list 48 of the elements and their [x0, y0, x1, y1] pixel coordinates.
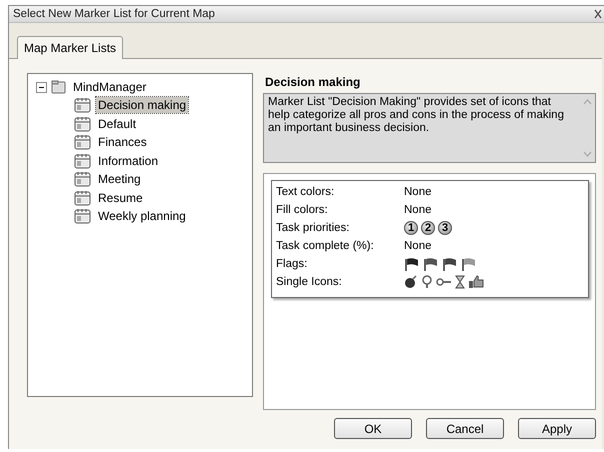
- property-label: Flags:: [276, 258, 308, 270]
- collapse-toggle[interactable]: [36, 82, 47, 92]
- dialog-button[interactable]: OK: [334, 418, 412, 439]
- list-heading: Decision making: [265, 75, 362, 89]
- folder-icon: [51, 80, 67, 94]
- scroll-up-icon[interactable]: [582, 99, 592, 105]
- flag-icon: [461, 258, 477, 270]
- list-icon: [74, 97, 92, 114]
- flag-icon: [442, 258, 458, 270]
- priority-icon: 1: [404, 221, 418, 235]
- dialog-button[interactable]: Cancel: [426, 418, 504, 439]
- scroll-down-icon[interactable]: [582, 151, 592, 157]
- tree-item[interactable]: Default: [96, 116, 138, 132]
- bomb-icon: [404, 275, 418, 289]
- list-icon: [74, 152, 92, 169]
- flag-icon: [423, 258, 439, 270]
- tree-item[interactable]: Meeting: [96, 171, 143, 188]
- list-icon: [74, 208, 92, 224]
- hourglass-icon: [455, 275, 465, 289]
- list-icon: [74, 171, 92, 188]
- property-label: Fill colors:: [276, 204, 329, 216]
- flag-icon: [404, 258, 420, 270]
- property-value: None: [404, 204, 432, 216]
- tree-item[interactable]: Weekly planning: [96, 208, 188, 224]
- key-icon: [436, 276, 452, 288]
- dialog-button[interactable]: Apply: [518, 418, 596, 439]
- thumbs-up-icon: [468, 275, 484, 289]
- property-label: Text colors:: [276, 186, 336, 198]
- priority-icon: 3: [438, 221, 452, 235]
- list-icon: [74, 116, 92, 132]
- property-label: Task complete (%):: [276, 240, 375, 252]
- tree-item[interactable]: Finances: [96, 134, 149, 150]
- list-icon: [74, 190, 92, 206]
- property-label: Task priorities:: [276, 222, 350, 234]
- lightbulb-icon: [421, 275, 433, 289]
- property-value: None: [404, 240, 432, 252]
- list-icon: [74, 134, 92, 150]
- tab[interactable]: Map Marker Lists: [17, 36, 124, 59]
- tree-item[interactable]: MindManager: [71, 79, 148, 95]
- window-title: Select New Marker List for Current Map: [13, 8, 215, 20]
- property-label: Single Icons:: [276, 276, 343, 288]
- property-value: None: [404, 186, 432, 198]
- description-text: Marker List "Decision Making" provides set of icons that help categorize all pros and cons in the process of making an important business decision.: [267, 95, 565, 136]
- tree-item[interactable]: Resume: [96, 190, 145, 206]
- tree-item[interactable]: Information: [96, 152, 160, 169]
- close-icon[interactable]: [594, 9, 602, 19]
- priority-icon: 2: [421, 221, 435, 235]
- tree-item[interactable]: Decision making: [96, 97, 188, 114]
